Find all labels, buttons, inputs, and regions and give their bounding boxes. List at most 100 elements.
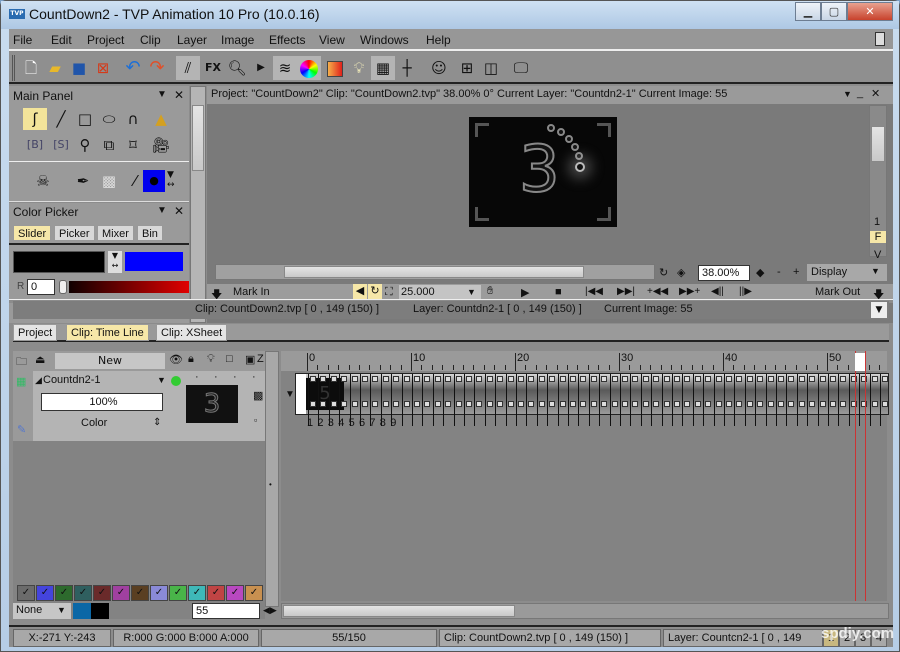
color-filter-swatch[interactable]: ✓ <box>112 585 130 601</box>
layer-lock-dot[interactable]: · <box>195 371 199 383</box>
color-filter-swatch[interactable]: ✓ <box>93 585 111 601</box>
minimize-button[interactable]: ▁ <box>795 2 821 21</box>
timeline-ruler[interactable]: 0 10 20 30 40 50 <box>281 351 887 371</box>
layer-track-collapse-icon[interactable]: ▼ <box>285 389 295 400</box>
expand-icon[interactable]: ◢ <box>35 375 42 386</box>
tab-clip-xsheet[interactable]: Clip: XSheet <box>156 324 228 341</box>
lightbox-color-before[interactable] <box>73 603 91 619</box>
new-layer-button[interactable]: New <box>55 353 165 369</box>
layer-v-scrollbar[interactable]: • <box>265 351 279 607</box>
panel-close-icon[interactable]: ✕ <box>174 204 184 218</box>
layer-solid-dot[interactable]: · <box>233 371 237 383</box>
layer-color-icon[interactable]: ▦ <box>16 375 26 388</box>
viewer-minimize-icon[interactable]: _ <box>857 87 863 99</box>
display-dropdown[interactable]: Display ▼ <box>807 264 887 281</box>
tab-bin[interactable]: Bin <box>137 225 163 241</box>
dock-scrollbar-thumb[interactable] <box>192 105 204 171</box>
layer-menu-icon[interactable]: ▼ <box>157 375 166 385</box>
paper-texture-icon[interactable]: ▩ <box>97 170 121 192</box>
folder-icon[interactable]: 🗀 <box>16 353 27 372</box>
hand-icon[interactable]: ✋︎ <box>487 285 493 298</box>
menu-view[interactable]: View <box>319 33 345 47</box>
view-mode-v[interactable]: V <box>874 249 881 261</box>
swap-colors-icon[interactable]: ▼ ↔ <box>167 170 175 190</box>
dock-scrollbar[interactable] <box>190 86 206 323</box>
frame-number-input[interactable]: 55 <box>192 603 260 619</box>
layout-icon[interactable]: ◫ <box>479 56 503 80</box>
r-slider-handle[interactable] <box>59 280 67 294</box>
panel-menu-icon[interactable]: ▼ <box>157 205 167 216</box>
menu-restore-button[interactable] <box>875 32 885 46</box>
prev-key-icon[interactable]: +◀◀ <box>647 286 668 297</box>
shape-selection-icon[interactable]: [S] <box>49 134 73 156</box>
menu-project[interactable]: Project <box>87 33 124 47</box>
menu-image[interactable]: Image <box>221 33 254 47</box>
panel-close-icon[interactable]: ✕ <box>174 88 184 102</box>
tab-clip-timeline[interactable]: Clip: Time Line <box>66 324 149 341</box>
layer-visible-indicator[interactable] <box>171 376 181 386</box>
curve-icon[interactable]: ∩ <box>121 108 145 130</box>
viewer-h-scrollbar[interactable] <box>215 264 655 280</box>
current-frame-marker[interactable] <box>865 351 866 601</box>
color-filter-swatch[interactable]: ✓ <box>131 585 149 601</box>
maximize-button[interactable]: ▢ <box>821 2 847 21</box>
layer-row[interactable]: ▦ ✎ ◢ Countdn2-1 ▼ · · · · 100% Color ⇕ … <box>13 371 265 441</box>
solid-icon[interactable]: □ <box>226 353 233 365</box>
color-filter-swatch[interactable]: ✓ <box>207 585 225 601</box>
layer-mask-dot[interactable]: · <box>252 371 256 383</box>
color-swatch-icon[interactable]: ● <box>143 170 165 192</box>
current-frame-marker[interactable] <box>855 351 856 601</box>
center-icon[interactable]: ◈ <box>677 266 685 279</box>
tab-picker[interactable]: Picker <box>54 225 95 241</box>
open-folder-icon[interactable]: ▰ <box>43 56 67 80</box>
menu-layer[interactable]: Layer <box>177 33 207 47</box>
zoom-icon[interactable]: 🔍︎ <box>225 56 249 80</box>
layer-thumbnail[interactable]: 3 <box>186 385 238 423</box>
mask-toggle-icon[interactable]: ▩ <box>253 389 263 402</box>
mark-out-button[interactable]: Mark Out <box>815 286 860 298</box>
layers-icon[interactable]: ≋ <box>273 56 297 80</box>
timeline-h-scrollbar[interactable] <box>281 603 889 619</box>
step-back-icon[interactable]: ◀|| <box>711 286 724 297</box>
brush-selection-icon[interactable]: [B] <box>23 134 47 156</box>
canvas-preview[interactable]: 3 <box>469 117 617 227</box>
menu-clip[interactable]: Clip <box>140 33 161 47</box>
freehand-icon[interactable]: ʃ <box>23 108 47 130</box>
menu-effects[interactable]: Effects <box>269 33 305 47</box>
color-wheel-icon[interactable] <box>297 56 321 80</box>
panel-menu-icon[interactable]: ▼ <box>157 89 167 100</box>
frame-icon[interactable]: ⛶ <box>385 286 393 299</box>
color-filter-swatch[interactable]: ✓ <box>36 585 54 601</box>
eye-icon[interactable]: 👁︎ <box>169 353 183 366</box>
r-channel-slider[interactable] <box>69 281 189 293</box>
pen-icon[interactable]: ✒ <box>71 170 95 192</box>
viewer-close-icon[interactable]: ✕ <box>871 87 880 100</box>
color-filter-swatch[interactable]: ✓ <box>226 585 244 601</box>
tab-mixer[interactable]: Mixer <box>97 225 134 241</box>
title-bar[interactable]: TVP CountDown2 - TVP Animation 10 Pro (1… <box>1 1 899 29</box>
undo-icon[interactable]: ↶ <box>121 56 145 80</box>
xy-coordinates-icon[interactable]: ┼ <box>395 56 419 80</box>
close-button[interactable]: ✕ <box>847 2 893 21</box>
color-filter-swatch[interactable]: ✓ <box>150 585 168 601</box>
paint-bucket-icon[interactable]: ▲ <box>149 108 173 130</box>
view-mode-f[interactable]: F <box>870 231 886 243</box>
viewer-h-thumb[interactable] <box>284 266 584 278</box>
viewer-v-thumb[interactable] <box>871 126 885 162</box>
color-filter-swatch[interactable]: ✓ <box>55 585 73 601</box>
rotate-icon[interactable]: ↻ <box>659 266 668 279</box>
brushes-icon[interactable]: ⫽ <box>176 56 200 80</box>
monitor-icon[interactable]: 🖵 <box>509 56 533 80</box>
timeline-info-menu[interactable]: ▼ <box>871 302 887 318</box>
frame-stepper-icon[interactable]: ◀▶ <box>263 605 277 616</box>
transform-icon[interactable]: ⌑ <box>121 134 145 156</box>
mask-face-icon[interactable]: ☺ <box>427 56 451 80</box>
new-document-icon[interactable]: 🗋 <box>19 56 43 80</box>
color-filter-dropdown[interactable]: None ▼ <box>13 603 71 619</box>
gradient-icon[interactable] <box>323 56 347 80</box>
menu-edit[interactable]: Edit <box>51 33 72 47</box>
mask-icon[interactable]: ▣ <box>245 353 255 366</box>
go-end-icon[interactable]: ▶▶| <box>617 286 635 297</box>
crop-icon[interactable]: ⧉ <box>97 134 121 156</box>
stop-icon[interactable]: ■ <box>555 286 562 298</box>
